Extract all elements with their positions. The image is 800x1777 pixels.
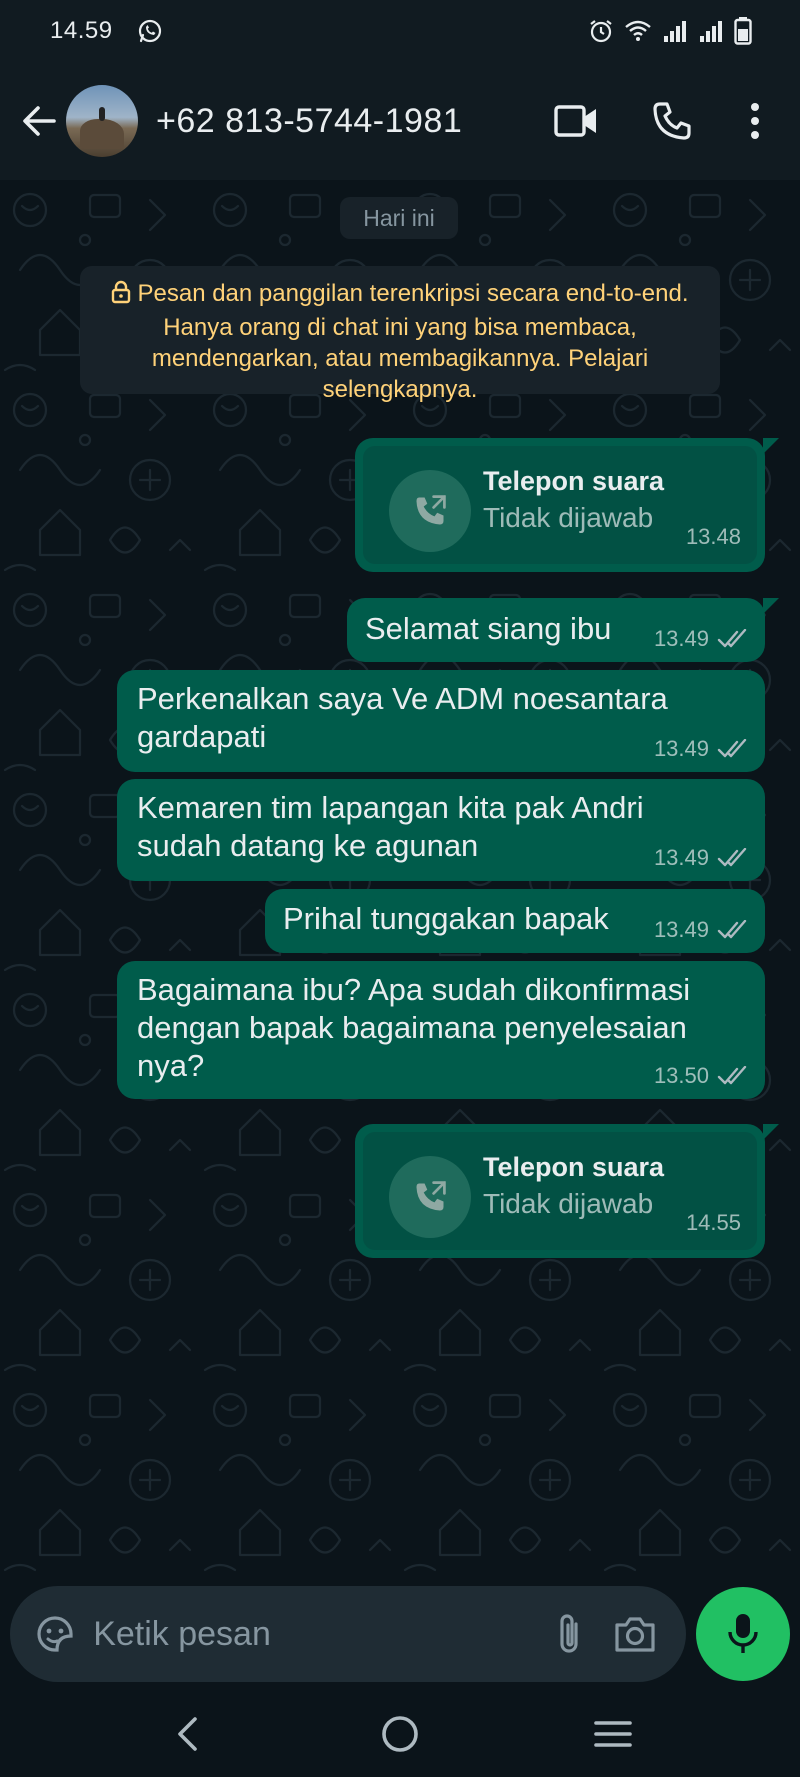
double-check-icon xyxy=(717,920,747,939)
voice-message-button[interactable] xyxy=(696,1587,790,1681)
voice-call-button[interactable] xyxy=(624,81,720,161)
message-text: Perkenalkan saya Ve ADM noesantara garda… xyxy=(137,681,668,754)
message-time: 14.55 xyxy=(685,1210,741,1235)
date-chip: Hari ini xyxy=(340,197,458,239)
sticker-icon xyxy=(36,1616,73,1652)
message-bubble[interactable]: Perkenalkan saya Ve ADM noesantara garda… xyxy=(117,670,765,772)
call-card: Telepon suara Tidak dijawab 14.55 xyxy=(363,1132,757,1250)
system-nav-bar xyxy=(0,1690,800,1777)
message-time: 13.49 xyxy=(653,917,709,942)
lock-icon xyxy=(111,280,131,312)
message-text: Selamat siang ibu xyxy=(365,611,612,646)
message-time: 13.48 xyxy=(685,524,741,549)
signal-icon xyxy=(662,18,688,44)
battery-icon xyxy=(734,17,752,45)
attach-button[interactable] xyxy=(536,1594,602,1674)
call-status: Tidak dijawab xyxy=(483,1188,654,1219)
outgoing-call-icon xyxy=(389,1156,471,1238)
message-time: 13.49 xyxy=(653,736,709,761)
message-time: 13.49 xyxy=(653,626,709,651)
message-text: Kemaren tim lapangan kita pak Andri suda… xyxy=(137,790,644,863)
status-time: 14.59 xyxy=(50,17,113,44)
signal-icon xyxy=(698,18,724,44)
back-button[interactable] xyxy=(6,88,72,154)
message-bubble[interactable]: Prihal tunggakan bapak 13.49 xyxy=(265,889,765,953)
message-input[interactable] xyxy=(89,1594,537,1674)
chat-area[interactable]: Hari ini Pesan dan panggilan terenkripsi… xyxy=(0,180,800,1577)
sticker-button[interactable] xyxy=(20,1592,89,1676)
message-bubble[interactable]: Selamat siang ibu 13.49 xyxy=(347,598,779,662)
message-text: Prihal tunggakan bapak xyxy=(283,901,609,936)
message-bubble[interactable]: Kemaren tim lapangan kita pak Andri suda… xyxy=(117,779,765,881)
message-time: 13.49 xyxy=(653,845,709,870)
encryption-notice-text: Pesan dan panggilan terenkripsi secara e… xyxy=(137,280,689,403)
double-check-icon xyxy=(717,1066,747,1085)
call-title: Telepon suara xyxy=(483,1152,665,1182)
status-bar: 14.59 xyxy=(0,0,800,62)
camera-icon xyxy=(615,1617,655,1652)
call-message[interactable]: Telepon suara Tidak dijawab 14.55 xyxy=(355,1124,779,1258)
avatar[interactable] xyxy=(66,85,138,157)
call-title: Telepon suara xyxy=(483,466,665,496)
call-card: Telepon suara Tidak dijawab 13.48 xyxy=(363,446,757,564)
microphone-icon xyxy=(728,1614,758,1653)
chat-header: +62 813-5744-1981 xyxy=(0,62,800,180)
arrow-back-icon xyxy=(23,106,56,136)
message-text: Bagaimana ibu? Apa sudah dikonfirmasi de… xyxy=(137,972,691,1083)
more-vert-icon xyxy=(751,103,759,139)
call-status: Tidak dijawab xyxy=(483,502,654,533)
contact-name[interactable]: +62 813-5744-1981 xyxy=(156,102,462,141)
encryption-notice[interactable]: Pesan dan panggilan terenkripsi secara e… xyxy=(80,266,720,403)
call-message[interactable]: Telepon suara Tidak dijawab 13.48 xyxy=(355,438,779,572)
nav-home-button[interactable] xyxy=(350,1699,450,1769)
wifi-icon xyxy=(624,18,652,44)
avatar-person xyxy=(99,107,105,121)
voice-call-icon xyxy=(653,102,691,140)
outgoing-call-icon xyxy=(389,470,471,552)
whatsapp-icon xyxy=(137,18,163,44)
nav-home-icon xyxy=(382,1715,418,1752)
nav-recents-button[interactable] xyxy=(563,1699,663,1769)
camera-button[interactable] xyxy=(602,1594,668,1674)
alarm-icon xyxy=(588,18,614,44)
double-check-icon xyxy=(717,629,747,648)
message-time: 13.50 xyxy=(653,1063,709,1088)
paperclip-icon xyxy=(560,1614,578,1653)
double-check-icon xyxy=(717,848,747,867)
message-composer xyxy=(10,1586,686,1682)
double-check-icon xyxy=(717,739,747,758)
nav-back-button[interactable] xyxy=(137,1699,237,1769)
video-call-button[interactable] xyxy=(528,81,624,161)
message-bubble[interactable]: Bagaimana ibu? Apa sudah dikonfirmasi de… xyxy=(117,961,765,1099)
video-call-icon xyxy=(554,105,596,137)
more-options-button[interactable] xyxy=(720,81,790,161)
nav-recents-icon xyxy=(594,1720,633,1747)
nav-back-icon xyxy=(177,1716,197,1751)
avatar-rock xyxy=(80,119,124,149)
